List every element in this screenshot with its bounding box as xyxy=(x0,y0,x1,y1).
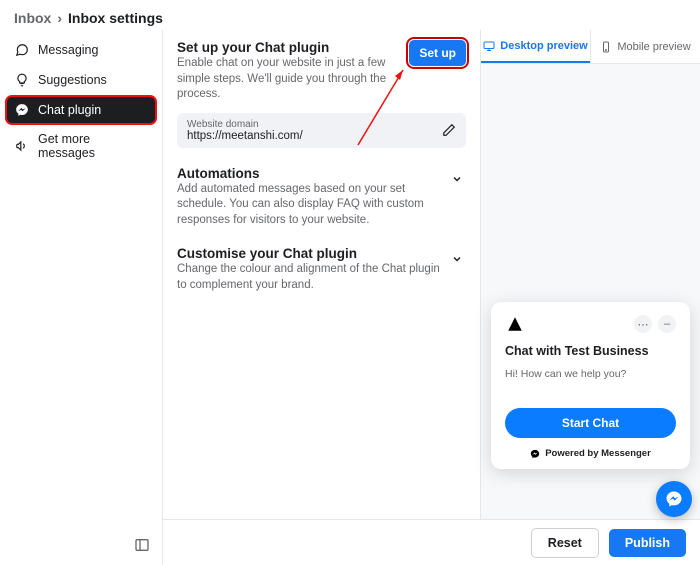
sidebar-item-suggestions[interactable]: Suggestions xyxy=(6,66,156,94)
section-title: Automations xyxy=(177,166,442,181)
sidebar-item-get-more-messages[interactable]: Get more messages xyxy=(6,126,156,166)
pencil-icon[interactable] xyxy=(442,123,456,137)
sidebar-item-label: Suggestions xyxy=(38,73,107,87)
breadcrumb-current: Inbox settings xyxy=(68,10,163,26)
tab-label: Mobile preview xyxy=(617,41,690,53)
preview-area: ⋯ – Chat with Test Business Hi! How can … xyxy=(481,64,700,519)
sidebar-item-label: Messaging xyxy=(38,43,98,57)
powered-by: Powered by Messenger xyxy=(505,448,676,459)
sidebar: Messaging Suggestions Chat plugin Get mo… xyxy=(0,30,162,565)
section-desc: Enable chat on your website in just a fe… xyxy=(177,56,401,103)
settings-column: Set up your Chat plugin Enable chat on y… xyxy=(163,30,480,519)
chat-title: Chat with Test Business xyxy=(505,344,676,358)
set-up-button[interactable]: Set up xyxy=(409,40,466,66)
section-automations: Automations Add automated messages based… xyxy=(177,166,466,229)
megaphone-icon xyxy=(14,138,30,154)
minimize-icon[interactable]: – xyxy=(658,315,676,333)
sidebar-item-label: Get more messages xyxy=(38,132,148,160)
footer: Reset Publish xyxy=(163,519,700,565)
chevron-down-icon[interactable] xyxy=(448,170,466,188)
chevron-down-icon[interactable] xyxy=(448,250,466,268)
start-chat-button[interactable]: Start Chat xyxy=(505,408,676,438)
section-title: Set up your Chat plugin xyxy=(177,40,401,55)
publish-button[interactable]: Publish xyxy=(609,529,686,557)
tab-desktop-preview[interactable]: Desktop preview xyxy=(481,30,590,63)
collapse-icon[interactable] xyxy=(134,537,150,553)
website-domain-field[interactable]: Website domain https://meetanshi.com/ xyxy=(177,113,466,148)
reset-button[interactable]: Reset xyxy=(531,528,599,558)
more-icon[interactable]: ⋯ xyxy=(634,315,652,333)
tab-label: Desktop preview xyxy=(500,40,587,52)
tab-mobile-preview[interactable]: Mobile preview xyxy=(590,30,700,63)
chat-greeting: Hi! How can we help you? xyxy=(505,368,676,380)
preview-tabs: Desktop preview Mobile preview xyxy=(481,30,700,64)
messenger-icon xyxy=(14,102,30,118)
sidebar-item-label: Chat plugin xyxy=(38,103,101,117)
breadcrumb: Inbox › Inbox settings xyxy=(0,0,700,30)
lightbulb-icon xyxy=(14,72,30,88)
chat-widget: ⋯ – Chat with Test Business Hi! How can … xyxy=(491,302,690,469)
chat-bubble-icon xyxy=(14,42,30,58)
section-setup: Set up your Chat plugin Enable chat on y… xyxy=(177,40,466,148)
domain-label: Website domain xyxy=(187,119,442,130)
section-title: Customise your Chat plugin xyxy=(177,246,442,261)
messenger-fab[interactable] xyxy=(656,481,692,517)
powered-by-label: Powered by Messenger xyxy=(545,448,651,459)
domain-value: https://meetanshi.com/ xyxy=(187,130,442,142)
section-desc: Add automated messages based on your set… xyxy=(177,182,442,229)
sidebar-item-chat-plugin[interactable]: Chat plugin xyxy=(6,96,156,124)
preview-column: Desktop preview Mobile preview xyxy=(480,30,700,519)
breadcrumb-root[interactable]: Inbox xyxy=(14,10,51,26)
business-logo-icon xyxy=(505,314,525,334)
section-desc: Change the colour and alignment of the C… xyxy=(177,262,442,293)
section-customise: Customise your Chat plugin Change the co… xyxy=(177,246,466,293)
breadcrumb-sep: › xyxy=(57,10,62,26)
sidebar-item-messaging[interactable]: Messaging xyxy=(6,36,156,64)
